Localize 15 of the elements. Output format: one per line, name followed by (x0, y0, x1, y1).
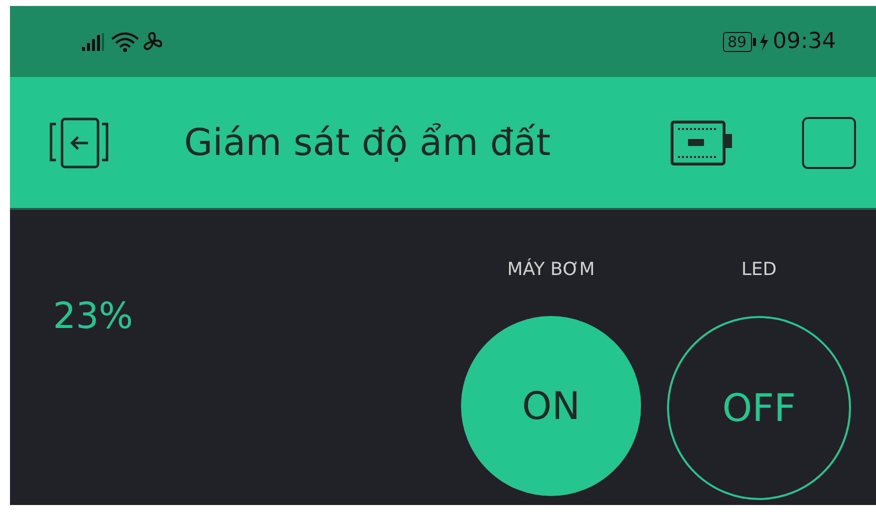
checkbox-icon[interactable] (802, 116, 856, 168)
toggle-button[interactable]: ON (461, 316, 641, 496)
toggle-button[interactable]: OFF (667, 316, 851, 500)
exit-icon (48, 116, 110, 170)
wifi-icon (110, 30, 140, 52)
button-label: LED (741, 258, 777, 282)
charging-icon (758, 32, 769, 50)
app-title: Giám sát độ ẩm đất (184, 120, 551, 166)
moisture-value: 23% (53, 295, 134, 339)
clock-time: 09:34 (772, 28, 836, 56)
device-icon (670, 120, 734, 166)
battery-level: 89 (722, 32, 752, 52)
button-label: MÁY BƠM (507, 258, 595, 282)
fan-icon (142, 30, 164, 52)
signal-icon (82, 32, 106, 52)
